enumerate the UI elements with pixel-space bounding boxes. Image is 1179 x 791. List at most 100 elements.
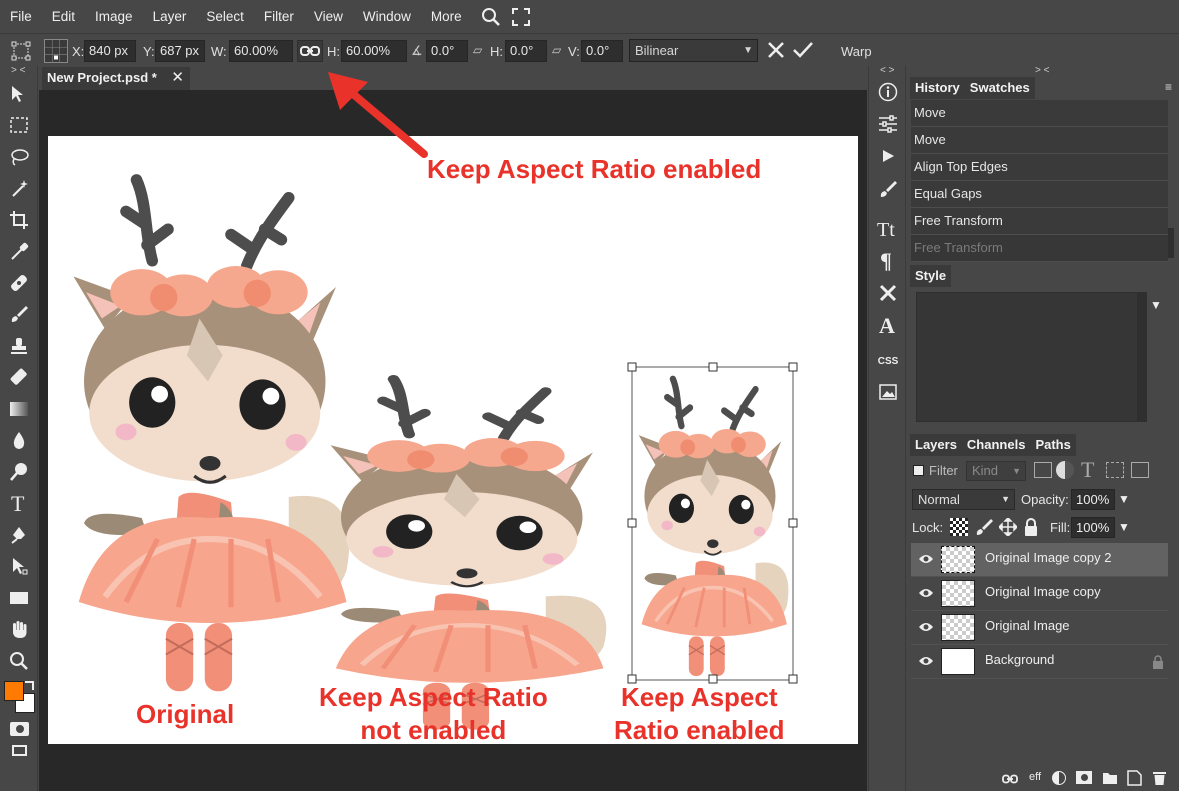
- search-icon[interactable]: [480, 6, 502, 28]
- dodge-tool-icon[interactable]: [7, 460, 31, 484]
- foreground-color-swatch[interactable]: [4, 681, 24, 701]
- transform-icon[interactable]: [11, 41, 31, 64]
- filter-checkbox[interactable]: [913, 465, 924, 476]
- tab-swatches[interactable]: Swatches: [964, 77, 1035, 99]
- tab-paths[interactable]: Paths: [1030, 434, 1076, 456]
- layer-mask-icon[interactable]: [1076, 771, 1092, 784]
- new-folder-icon[interactable]: [1102, 771, 1118, 788]
- menu-filter[interactable]: Filter: [254, 9, 304, 24]
- adjustment-layer-icon[interactable]: [1052, 771, 1066, 785]
- menu-layer[interactable]: Layer: [143, 9, 197, 24]
- link-layers-icon[interactable]: [1002, 772, 1018, 787]
- layer-row[interactable]: Background: [911, 645, 1168, 679]
- skew-h-field[interactable]: 0.0°: [505, 40, 547, 62]
- tab-layers[interactable]: Layers: [910, 434, 962, 456]
- filter-adjust-icon[interactable]: [1056, 461, 1074, 479]
- chevron-down-icon[interactable]: ▼: [1118, 520, 1130, 534]
- history-item[interactable]: Free Transform: [911, 208, 1168, 235]
- marquee-tool-icon[interactable]: [7, 113, 31, 137]
- lock-all-icon[interactable]: [1023, 517, 1039, 540]
- pen-tool-icon[interactable]: [7, 523, 31, 547]
- gradient-tool-icon[interactable]: [7, 397, 31, 421]
- menu-select[interactable]: Select: [196, 9, 254, 24]
- adjustments-icon[interactable]: [876, 112, 900, 136]
- lock-transparency-icon[interactable]: [950, 518, 968, 536]
- style-scrollbar[interactable]: [1138, 292, 1147, 422]
- image-icon[interactable]: [876, 380, 900, 404]
- layer-effects-button[interactable]: eff: [1029, 771, 1041, 783]
- style-list[interactable]: [916, 292, 1138, 422]
- history-scrollbar[interactable]: [1168, 228, 1174, 258]
- blur-tool-icon[interactable]: [7, 428, 31, 452]
- character-icon[interactable]: Tt: [876, 216, 900, 240]
- canvas[interactable]: [48, 136, 858, 744]
- close-icon[interactable]: ✕: [171, 67, 184, 89]
- hand-tool-icon[interactable]: [7, 617, 31, 641]
- swap-colors-icon[interactable]: [25, 681, 34, 690]
- lasso-tool-icon[interactable]: [7, 145, 31, 169]
- layer-row[interactable]: Original Image: [911, 611, 1168, 645]
- kind-select[interactable]: Kind ▼: [966, 461, 1026, 481]
- healing-tool-icon[interactable]: [7, 271, 31, 295]
- history-item[interactable]: Free Transform: [911, 235, 1168, 262]
- eye-icon[interactable]: [918, 655, 934, 670]
- aspect-ratio-link-icon[interactable]: [297, 40, 323, 62]
- move-tool-icon[interactable]: [7, 82, 31, 106]
- menu-view[interactable]: View: [304, 9, 353, 24]
- interpolation-select[interactable]: Bilinear ▼: [629, 39, 758, 62]
- menu-edit[interactable]: Edit: [42, 9, 85, 24]
- layer-row[interactable]: Original Image copy: [911, 577, 1168, 611]
- menu-more[interactable]: More: [421, 9, 472, 24]
- eyedropper-tool-icon[interactable]: [7, 239, 31, 263]
- new-layer-icon[interactable]: [1127, 770, 1142, 789]
- warp-button[interactable]: Warp: [841, 44, 872, 59]
- chevron-down-icon[interactable]: ▼: [1150, 298, 1162, 312]
- type-tool-icon[interactable]: T: [7, 491, 31, 515]
- brush-tool-icon[interactable]: [7, 302, 31, 326]
- paragraph-icon[interactable]: ¶: [876, 248, 900, 272]
- history-item[interactable]: Move: [911, 100, 1168, 127]
- chevron-down-icon[interactable]: ▼: [1118, 492, 1130, 506]
- eye-icon[interactable]: [918, 553, 934, 568]
- zoom-tool-icon[interactable]: [7, 649, 31, 673]
- cancel-icon[interactable]: [766, 40, 786, 63]
- reference-point-icon[interactable]: [44, 39, 68, 63]
- path-select-tool-icon[interactable]: [7, 554, 31, 578]
- css-icon[interactable]: CSS: [876, 349, 900, 373]
- document-tab[interactable]: New Project.psd * ✕: [42, 67, 190, 90]
- lock-brush-icon[interactable]: [975, 518, 993, 539]
- collapse-arrows-icon[interactable]: < >: [880, 65, 894, 76]
- menu-file[interactable]: File: [0, 9, 42, 24]
- filter-shape-icon[interactable]: [1106, 462, 1124, 478]
- brush-settings-icon[interactable]: [876, 177, 900, 201]
- y-field[interactable]: 687 px: [155, 40, 205, 62]
- tab-style[interactable]: Style: [910, 265, 952, 287]
- eraser-tool-icon[interactable]: [7, 365, 31, 389]
- history-item[interactable]: Align Top Edges: [911, 154, 1168, 181]
- filter-type-icon[interactable]: T: [1081, 457, 1094, 483]
- x-field[interactable]: 840 px: [84, 40, 136, 62]
- tools-icon[interactable]: [876, 281, 900, 305]
- collapse-arrows-icon[interactable]: > <: [11, 65, 25, 76]
- quick-mask-icon[interactable]: [10, 722, 29, 736]
- opacity-field[interactable]: 100%: [1071, 489, 1115, 510]
- eye-icon[interactable]: [918, 621, 934, 636]
- filter-image-icon[interactable]: [1034, 462, 1052, 478]
- width-field[interactable]: 60.00%: [229, 40, 293, 62]
- angle-field[interactable]: 0.0°: [426, 40, 468, 62]
- commit-icon[interactable]: [792, 40, 814, 63]
- skew-v-field[interactable]: 0.0°: [581, 40, 623, 62]
- stamp-tool-icon[interactable]: [7, 334, 31, 358]
- history-item[interactable]: Equal Gaps: [911, 181, 1168, 208]
- tab-channels[interactable]: Channels: [961, 434, 1031, 456]
- filter-smart-icon[interactable]: [1131, 462, 1149, 478]
- glyphs-icon[interactable]: A: [876, 313, 900, 337]
- layer-row[interactable]: Original Image copy 2: [911, 543, 1168, 577]
- fullscreen-icon[interactable]: [510, 6, 532, 28]
- menu-window[interactable]: Window: [353, 9, 421, 24]
- magic-wand-tool-icon[interactable]: [7, 176, 31, 200]
- crop-tool-icon[interactable]: [7, 208, 31, 232]
- tab-history[interactable]: History: [910, 77, 965, 99]
- delete-layer-icon[interactable]: [1152, 770, 1167, 789]
- info-icon[interactable]: [876, 80, 900, 104]
